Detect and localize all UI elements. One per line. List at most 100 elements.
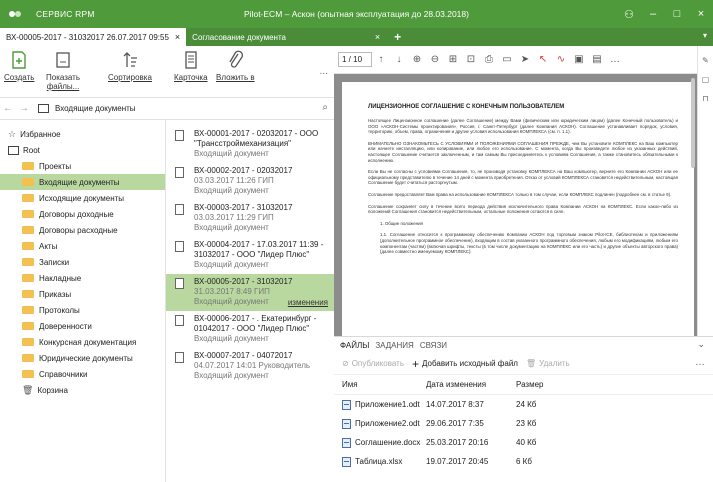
files-more-button[interactable]: … — [695, 357, 705, 368]
viewer-more-button[interactable]: … — [606, 54, 624, 65]
show-files-button[interactable]: Показать файлы... — [46, 50, 80, 91]
tree-item-contracts-income[interactable]: Договоры доходные — [0, 206, 165, 222]
tree-item-label: Корзина — [37, 385, 68, 395]
document-heading: ЛИЦЕНЗИОННОЕ СОГЛАШЕНИЕ С КОНЕЧНЫМ ПОЛЬЗ… — [368, 104, 565, 110]
tree-item-outgoing[interactable]: Исходящие документы — [0, 190, 165, 206]
document-icon — [175, 130, 184, 141]
tree-item-label: Конкурсная документация — [39, 337, 137, 347]
card-button[interactable]: Карточка — [174, 50, 208, 82]
table-row[interactable]: Таблица.xlsx 19.07.2017 20:45 6 Кб — [334, 452, 713, 471]
tabs-dropdown-icon[interactable]: ▾ — [703, 31, 707, 40]
tree-item-favorites[interactable]: ☆ Избранное — [0, 126, 165, 142]
tab-label: ВХ-00005-2017 - 31032017 26.07.2017 09:5… — [6, 32, 169, 42]
close-button[interactable]: × — [689, 8, 713, 20]
comment-icon[interactable]: ▭ — [498, 54, 516, 65]
tree-item-label: Справочники — [39, 369, 88, 379]
zoom-out-icon[interactable]: ⊖ — [426, 54, 444, 65]
file-size: 6 Кб — [516, 457, 532, 466]
user-icon[interactable]: ⚇ — [617, 8, 641, 21]
toolbar-more-button[interactable]: ... — [320, 66, 328, 77]
column-name[interactable]: Имя — [334, 380, 426, 389]
new-tab-button[interactable]: + — [386, 28, 409, 46]
add-source-file-label: Добавить исходный файл — [422, 359, 518, 368]
document-paragraph: Настоящее Лицензионное соглашение (далее… — [368, 118, 678, 135]
column-date[interactable]: Дата изменения — [426, 380, 516, 389]
tree-item-references[interactable]: Справочники — [0, 366, 165, 382]
list-item[interactable]: ВХ-00004-2017 - 17.03.2017 11:39 - 31032… — [166, 237, 334, 274]
list-item[interactable]: ВХ-00001-2017 - 02032017 - ООО "Трансстр… — [166, 126, 334, 163]
tree-item-incoming[interactable]: Входящие документы — [0, 174, 165, 190]
freehand-icon[interactable]: ∿ — [552, 54, 570, 65]
tab-tasks[interactable]: ЗАДАНИЯ — [375, 341, 414, 350]
delete-label: Удалить — [539, 359, 570, 368]
tree-item-trash[interactable]: 🗑 Корзина — [0, 382, 165, 398]
list-item[interactable]: ВХ-00003-2017 - 31032017 03.03.2017 11:2… — [166, 200, 334, 237]
attach-button[interactable]: Вложить в — [216, 50, 255, 82]
list-item[interactable]: ВХ-00002-2017 - 02032017 03.03.2017 11:2… — [166, 163, 334, 200]
list-item[interactable]: ВХ-00006-2017 - . Екатеринбург - 0104201… — [166, 311, 334, 348]
tree-item-contracts-expense[interactable]: Договоры расходные — [0, 222, 165, 238]
collapse-panel-icon[interactable]: ⌄ — [697, 339, 705, 350]
tree-item-tender[interactable]: Конкурсная документация — [0, 334, 165, 350]
tree-item-notes[interactable]: Записки — [0, 254, 165, 270]
document-date: 31.03.2017 8:49 ГИП — [194, 287, 270, 296]
fit-width-icon[interactable]: ⊞ — [444, 54, 462, 65]
table-row[interactable]: Приложение1.odt 14.07.2017 8:37 24 Кб — [334, 395, 713, 414]
bookmark-icon[interactable]: ⊓ — [698, 94, 713, 103]
main-menu[interactable]: СЕРВИС RPM — [36, 9, 95, 19]
file-size: 23 Кб — [516, 419, 537, 428]
file-name: Приложение2.odt — [355, 419, 420, 428]
layers-icon[interactable]: ▢ — [698, 75, 713, 84]
changes-link[interactable]: изменения — [288, 298, 328, 307]
tree-item-acts[interactable]: Акты — [0, 238, 165, 254]
stamp-icon[interactable]: ▤ — [588, 54, 606, 65]
add-source-file-button[interactable]: + Добавить исходный файл — [412, 357, 518, 371]
column-size[interactable]: Размер — [516, 380, 566, 389]
tree-item-invoices[interactable]: Накладные — [0, 270, 165, 286]
next-page-icon[interactable]: ↓ — [390, 54, 408, 65]
document-viewer[interactable]: ЛИЦЕНЗИОННОЕ СОГЛАШЕНИЕ С КОНЕЧНЫМ ПОЛЬЗ… — [334, 74, 697, 336]
print-icon[interactable]: ⎙ — [480, 54, 498, 65]
tab-approval[interactable]: Согласование документа × — [186, 28, 386, 46]
list-item[interactable]: ВХ-00007-2017 - 04072017 04.07.2017 14:0… — [166, 348, 334, 385]
tab-files[interactable]: ФАЙЛЫ — [340, 341, 369, 350]
tree-item-protocols[interactable]: Протоколы — [0, 302, 165, 318]
table-row[interactable]: Соглашение.docx 25.03.2017 20:16 40 Кб — [334, 433, 713, 452]
maximize-button[interactable]: □ — [665, 8, 689, 20]
tree-item-root[interactable]: Root — [0, 142, 165, 158]
search-icon[interactable]: ⌕ — [322, 102, 328, 113]
arrow-annotation-icon[interactable]: ↖ — [534, 54, 552, 65]
forward-arrow-icon[interactable]: → — [16, 103, 32, 114]
tab-document[interactable]: ВХ-00005-2017 - 31032017 26.07.2017 09:5… — [0, 28, 187, 46]
close-tab-icon[interactable]: × — [175, 32, 180, 42]
trash-icon: 🗑 — [525, 359, 537, 368]
document-title: ВХ-00003-2017 - 31032017 — [194, 203, 293, 212]
pen-icon[interactable]: ✎ — [698, 56, 713, 65]
tree-item-projects[interactable]: Проекты — [0, 158, 165, 174]
folder-icon — [22, 338, 34, 346]
sort-button[interactable]: Сортировка — [108, 50, 152, 82]
tree-item-legal[interactable]: Юридические документы — [0, 350, 165, 366]
viewer-scrollbar[interactable] — [691, 78, 695, 168]
document-paragraph: 1. Общие положения — [380, 220, 423, 226]
zoom-in-icon[interactable]: ⊕ — [408, 54, 426, 65]
folder-icon — [22, 210, 34, 218]
tree-item-orders[interactable]: Приказы — [0, 286, 165, 302]
close-tab-icon[interactable]: × — [375, 32, 380, 42]
page-number-input[interactable]: 1 / 10 — [338, 52, 372, 67]
tab-links[interactable]: СВЯЗИ — [420, 341, 447, 350]
list-item-selected[interactable]: ВХ-00005-2017 - 31032017 31.03.2017 8:49… — [166, 274, 334, 311]
delete-button[interactable]: 🗑 Удалить — [526, 359, 570, 368]
publish-button[interactable]: ⊘ Опубликовать — [342, 359, 404, 368]
document-title: ВХ-00006-2017 - . Екатеринбург - 0104201… — [194, 314, 317, 333]
prev-page-icon[interactable]: ↑ — [372, 54, 390, 65]
text-annotation-icon[interactable]: ▣ — [570, 54, 588, 65]
minimize-button[interactable]: – — [641, 8, 665, 20]
pointer-icon[interactable]: ➤ — [516, 54, 534, 65]
fit-page-icon[interactable]: ⊡ — [462, 54, 480, 65]
create-button[interactable]: Создать — [4, 50, 34, 82]
file-date: 19.07.2017 20:45 — [426, 457, 489, 466]
tree-item-powers[interactable]: Доверенности — [0, 318, 165, 334]
back-arrow-icon[interactable]: ← — [0, 103, 16, 114]
table-row[interactable]: Приложение2.odt 29.06.2017 7:35 23 Кб — [334, 414, 713, 433]
